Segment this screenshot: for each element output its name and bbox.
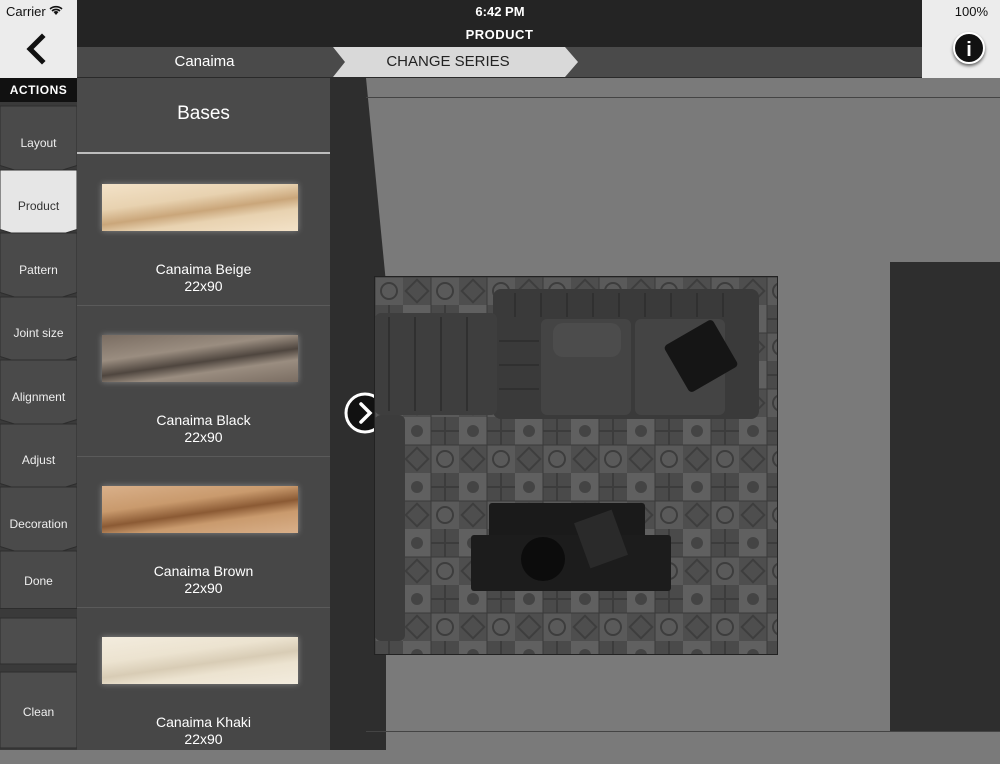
action-product[interactable]: Product: [0, 166, 78, 242]
base-item[interactable]: Canaima Brown 22x90: [77, 457, 330, 608]
change-series-button[interactable]: CHANGE SERIES: [333, 47, 578, 77]
bases-title: Bases: [77, 78, 330, 154]
base-name: Canaima Beige: [155, 261, 252, 277]
base-item[interactable]: Canaima Beige 22x90: [77, 155, 330, 306]
actions-sidebar: Layout Product Pattern Joint size Alignment A…: [0, 102, 78, 750]
base-item[interactable]: Canaima Black 22x90: [77, 306, 330, 457]
info-button[interactable]: i: [953, 32, 985, 64]
room-render: [375, 277, 777, 654]
room-wall-top: [366, 97, 1000, 98]
action-decoration[interactable]: Decoration: [0, 483, 78, 560]
room-wall-right: [890, 262, 1000, 731]
room-wall-bottom: [366, 731, 1000, 732]
breadcrumb: Canaima CHANGE SERIES: [77, 47, 922, 78]
bases-panel: Bases Canaima Beige 22x90 Canaima Black 22x…: [77, 78, 330, 750]
back-button[interactable]: [22, 33, 50, 65]
base-name: Canaima Khaki: [156, 714, 251, 730]
base-size: 22x90: [184, 580, 223, 596]
status-battery: 100%: [954, 4, 988, 19]
base-item[interactable]: Canaima Khaki 22x90: [77, 608, 330, 750]
base-size: 22x90: [184, 429, 223, 445]
page-title: PRODUCT: [77, 22, 922, 47]
action-alignment[interactable]: Alignment: [0, 356, 78, 433]
chevron-left-icon: [26, 33, 46, 65]
change-series-label: CHANGE SERIES: [386, 53, 510, 70]
status-bar: 6:42 PM: [0, 0, 1000, 22]
tile-swatch: [102, 184, 298, 231]
action-done[interactable]: Done: [0, 547, 78, 611]
action-adjust[interactable]: Adjust: [0, 420, 78, 496]
action-label: Layout: [20, 135, 57, 150]
action-joint-size[interactable]: Joint size: [0, 293, 78, 369]
tile-swatch: [102, 335, 298, 382]
action-layout[interactable]: Layout: [0, 102, 78, 179]
action-label: Clean: [22, 705, 55, 719]
info-panel: 100% i: [922, 0, 1000, 78]
coffee-table: [471, 503, 671, 591]
action-label: Joint size: [13, 326, 64, 341]
wifi-icon: [49, 5, 63, 19]
actions-title: ACTIONS: [0, 78, 77, 102]
action-empty: [0, 614, 78, 666]
back-panel: Carrier: [0, 0, 77, 78]
status-carrier: Carrier: [6, 4, 46, 19]
base-name: Canaima Brown: [153, 563, 254, 579]
base-name: Canaima Black: [156, 412, 251, 428]
action-label: Decoration: [9, 516, 68, 531]
action-pattern[interactable]: Pattern: [0, 229, 78, 306]
action-label: Pattern: [19, 262, 58, 277]
action-label: Product: [17, 199, 60, 214]
tile-swatch: [102, 486, 298, 533]
action-label: Adjust: [21, 453, 56, 468]
base-size: 22x90: [184, 278, 223, 294]
base-size: 22x90: [184, 731, 223, 747]
action-clean[interactable]: Clean: [0, 668, 78, 750]
action-label: Done: [24, 574, 53, 589]
floor-preview[interactable]: [374, 276, 778, 655]
action-label: Alignment: [11, 389, 66, 404]
info-icon: i: [966, 39, 972, 61]
status-time: 6:42 PM: [475, 4, 525, 19]
bases-title-text: Bases: [177, 103, 230, 124]
breadcrumb-series[interactable]: Canaima: [77, 47, 332, 77]
tile-swatch: [102, 637, 298, 684]
